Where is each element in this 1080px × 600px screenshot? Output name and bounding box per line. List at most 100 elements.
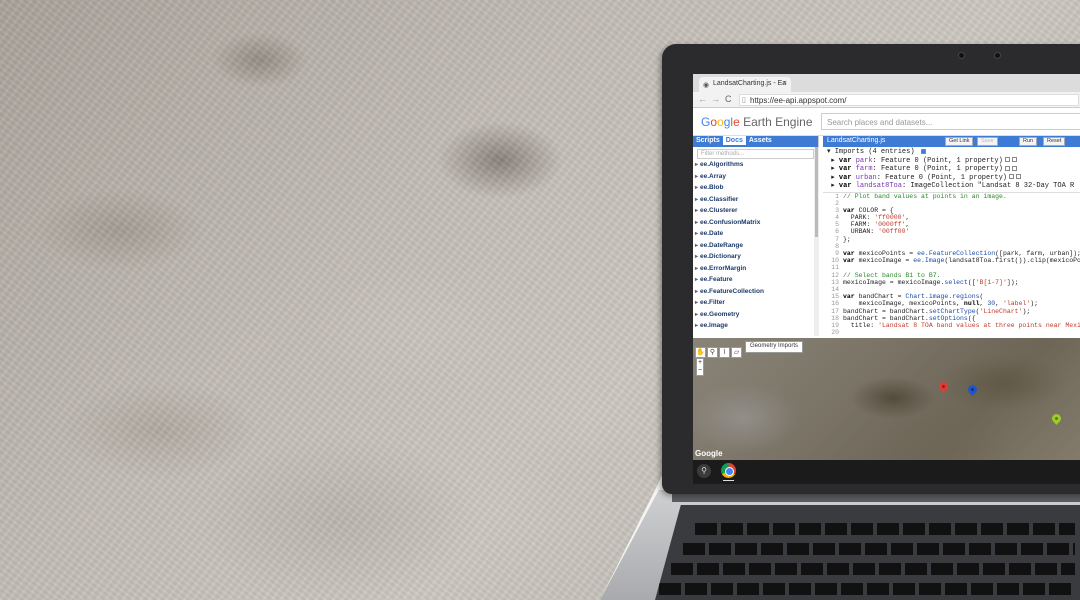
line-number: 13 <box>831 278 839 286</box>
urban-marker-icon[interactable] <box>1050 412 1063 425</box>
api-list-item[interactable]: ee.Geometry <box>693 311 818 323</box>
address-bar: ← → C ▯ https://ee-api.appspot.com/ <box>693 92 1080 108</box>
docs-scrollbar[interactable] <box>814 147 819 336</box>
code-line: 15 var bandChart = Chart.image.regions( <box>823 293 1080 300</box>
back-icon[interactable]: ← <box>698 94 707 104</box>
reset-button[interactable]: Reset <box>1043 137 1066 146</box>
os-taskbar: ⚲ <box>693 460 1080 484</box>
api-list-item[interactable]: ee.Algorithms <box>693 161 818 173</box>
pan-hand-icon[interactable]: ✋ <box>695 347 706 358</box>
get-link-button[interactable]: Get Link <box>945 137 974 146</box>
api-list-item[interactable]: ee.DateRange <box>693 242 818 254</box>
code-line: 11 <box>823 264 1080 271</box>
app-logo: Google Earth Engine <box>701 115 813 129</box>
line-number: 5 <box>835 221 839 229</box>
api-list: ee.Algorithmsee.Arrayee.Blobee.Classifie… <box>693 161 818 334</box>
zoom-control: + − <box>696 358 704 376</box>
forward-icon[interactable]: → <box>711 94 720 104</box>
line-number: 3 <box>835 206 839 214</box>
run-button[interactable]: Run <box>1019 137 1038 146</box>
park-marker-icon[interactable] <box>937 380 950 393</box>
code-editor-panel: LandsatCharting.js Get Link Save Run Res… <box>823 136 1080 336</box>
map-view[interactable]: ✋ ⚲ ⌇ ▱ Geometry Imports + − Google <box>693 338 1080 460</box>
filter-methods-input[interactable]: Filter methods... <box>697 149 814 159</box>
save-button[interactable]: Save <box>977 137 998 146</box>
left-panel-tabs: Scripts Docs Assets <box>693 136 818 147</box>
import-edit-icon[interactable] <box>1004 157 1010 163</box>
imports-header[interactable]: ▾ Imports (4 entries) <box>827 148 1079 157</box>
line-number: 17 <box>831 307 839 315</box>
api-list-item[interactable]: ee.Dictionary <box>693 253 818 265</box>
draw-line-icon[interactable]: ⌇ <box>719 347 730 358</box>
code-line: 2 <box>823 200 1080 207</box>
code-line: 5 FARM: '0000ff', <box>823 221 1080 228</box>
geometry-imports-button[interactable]: Geometry Imports <box>745 341 804 353</box>
add-marker-icon[interactable]: ⚲ <box>707 347 718 358</box>
api-list-item[interactable]: ee.Array <box>693 173 818 185</box>
webcam <box>958 52 965 59</box>
code-line: 7}; <box>823 236 1080 243</box>
tab-close-icon[interactable]: × <box>783 80 787 87</box>
line-number: 10 <box>831 257 839 265</box>
draw-polygon-icon[interactable]: ▱ <box>731 347 742 358</box>
farm-marker-icon[interactable] <box>966 383 979 396</box>
reload-icon[interactable]: C <box>725 94 732 104</box>
imports-toggle-icon[interactable] <box>920 148 926 154</box>
code-editor[interactable]: 1// Plot band values at points in an ima… <box>823 193 1080 337</box>
line-number: 14 <box>831 285 839 293</box>
laptop-screen: ◉ LandsatCharting.js - Ea × ← → C ▯ http… <box>693 74 1080 484</box>
import-delete-icon[interactable] <box>1015 174 1021 180</box>
api-list-item[interactable]: ee.Clusterer <box>693 207 818 219</box>
line-number: 11 <box>831 264 839 272</box>
import-entry[interactable]: ▸ var landsat8Toa: ImageCollection "Land… <box>827 182 1079 191</box>
tab-assets[interactable]: Assets <box>746 136 775 145</box>
active-app-indicator <box>723 480 734 481</box>
app-header: Google Earth Engine Search places and da… <box>693 108 1080 136</box>
code-line: 12// Select bands B1 to B7. <box>823 272 1080 279</box>
import-edit-icon[interactable] <box>1004 165 1010 171</box>
code-line: 20 <box>823 329 1080 336</box>
api-list-item[interactable]: ee.ConfusionMatrix <box>693 219 818 231</box>
api-list-item[interactable]: ee.FeatureCollection <box>693 288 818 300</box>
code-line: 4 PARK: 'ff0000', <box>823 214 1080 221</box>
tab-title: LandsatCharting.js - Ea <box>713 80 787 87</box>
code-line: 19 title: 'Landsat 8 TOA band values at … <box>823 322 1080 329</box>
line-number: 16 <box>831 300 839 308</box>
import-entry[interactable]: ▸ var farm: Feature 0 (Point, 1 property… <box>827 165 1079 174</box>
tab-scripts[interactable]: Scripts <box>693 136 723 145</box>
tab-docs[interactable]: Docs <box>722 136 746 145</box>
browser-tabstrip: ◉ LandsatCharting.js - Ea × <box>693 74 1080 92</box>
url-text: https://ee-api.appspot.com/ <box>750 96 847 105</box>
laptop-keyboard <box>655 505 1080 600</box>
line-number: 9 <box>835 250 839 257</box>
imports-section: ▾ Imports (4 entries) ▸ var park: Featur… <box>823 147 1080 193</box>
api-list-item[interactable]: ee.Classifier <box>693 196 818 208</box>
import-delete-icon[interactable] <box>1011 165 1017 171</box>
line-number: 19 <box>831 321 839 329</box>
api-list-item[interactable]: ee.Image <box>693 322 818 334</box>
line-number: 18 <box>831 314 839 322</box>
import-entry[interactable]: ▸ var park: Feature 0 (Point, 1 property… <box>827 157 1079 166</box>
launcher-search-icon[interactable]: ⚲ <box>697 464 711 478</box>
import-delete-icon[interactable] <box>1011 157 1017 163</box>
code-line: 6 URBAN: '00ff00' <box>823 228 1080 235</box>
api-list-item[interactable]: ee.Feature <box>693 276 818 288</box>
code-line: 3 var COLOR = { <box>823 207 1080 214</box>
code-line: 1// Plot band values at points in an ima… <box>823 193 1080 200</box>
import-entry[interactable]: ▸ var urban: Feature 0 (Point, 1 propert… <box>827 174 1079 183</box>
line-number: 15 <box>831 293 839 301</box>
places-search-input[interactable]: Search places and datasets... <box>821 113 1080 130</box>
import-edit-icon[interactable] <box>1008 174 1014 180</box>
url-field[interactable]: ▯ https://ee-api.appspot.com/ <box>739 94 1079 106</box>
code-line: 9 var mexicoPoints = ee.FeatureCollection… <box>823 250 1080 257</box>
api-list-item[interactable]: ee.Date <box>693 230 818 242</box>
browser-tab[interactable]: ◉ LandsatCharting.js - Ea × <box>699 77 791 92</box>
chrome-browser-icon[interactable] <box>721 463 736 478</box>
api-list-item[interactable]: ee.Blob <box>693 184 818 196</box>
docs-panel: ScriptsDocsAssets Filter methods... ee.A… <box>693 136 819 336</box>
api-list-item[interactable]: ee.Filter <box>693 299 818 311</box>
zoom-in-button[interactable]: + <box>697 359 703 367</box>
tab-favicon-icon: ◉ <box>703 82 710 89</box>
zoom-out-button[interactable]: − <box>697 367 703 375</box>
api-list-item[interactable]: ee.ErrorMargin <box>693 265 818 277</box>
